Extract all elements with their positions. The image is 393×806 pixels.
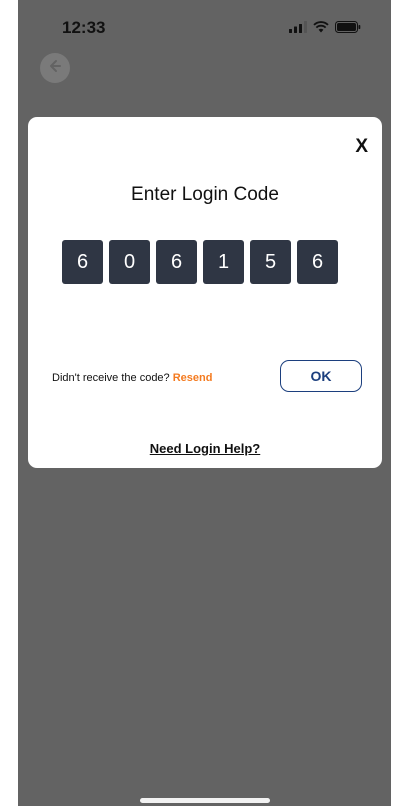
battery-icon (335, 20, 361, 38)
close-button[interactable]: X (355, 137, 368, 156)
status-icons (289, 20, 361, 38)
resend-prompt: Didn't receive the code? (52, 372, 170, 384)
need-login-help-link[interactable]: Need Login Help? (28, 441, 382, 456)
status-bar: 12:33 (18, 0, 391, 44)
signal-icon (289, 20, 307, 38)
home-indicator (140, 798, 270, 803)
phone-screen: 12:33 X Enter Login Code 6 0 6 1 5 6 Did… (18, 0, 391, 806)
code-digit-box[interactable]: 1 (203, 240, 244, 284)
login-code-modal: X Enter Login Code 6 0 6 1 5 6 Didn't re… (28, 117, 382, 468)
code-digit-box[interactable]: 0 (109, 240, 150, 284)
arrow-left-icon (47, 58, 63, 79)
wifi-icon (313, 20, 329, 38)
code-digit-box[interactable]: 6 (156, 240, 197, 284)
resend-link[interactable]: Resend (173, 372, 213, 384)
status-time: 12:33 (62, 18, 106, 37)
resend-row: Didn't receive the code? Resend (52, 372, 212, 384)
code-digit-box[interactable]: 6 (297, 240, 338, 284)
code-input-row[interactable]: 6 0 6 1 5 6 (62, 240, 338, 284)
code-digit-box[interactable]: 6 (62, 240, 103, 284)
back-button[interactable] (40, 53, 70, 83)
ok-button[interactable]: OK (280, 360, 362, 392)
code-digit-box[interactable]: 5 (250, 240, 291, 284)
modal-title: Enter Login Code (131, 184, 279, 205)
